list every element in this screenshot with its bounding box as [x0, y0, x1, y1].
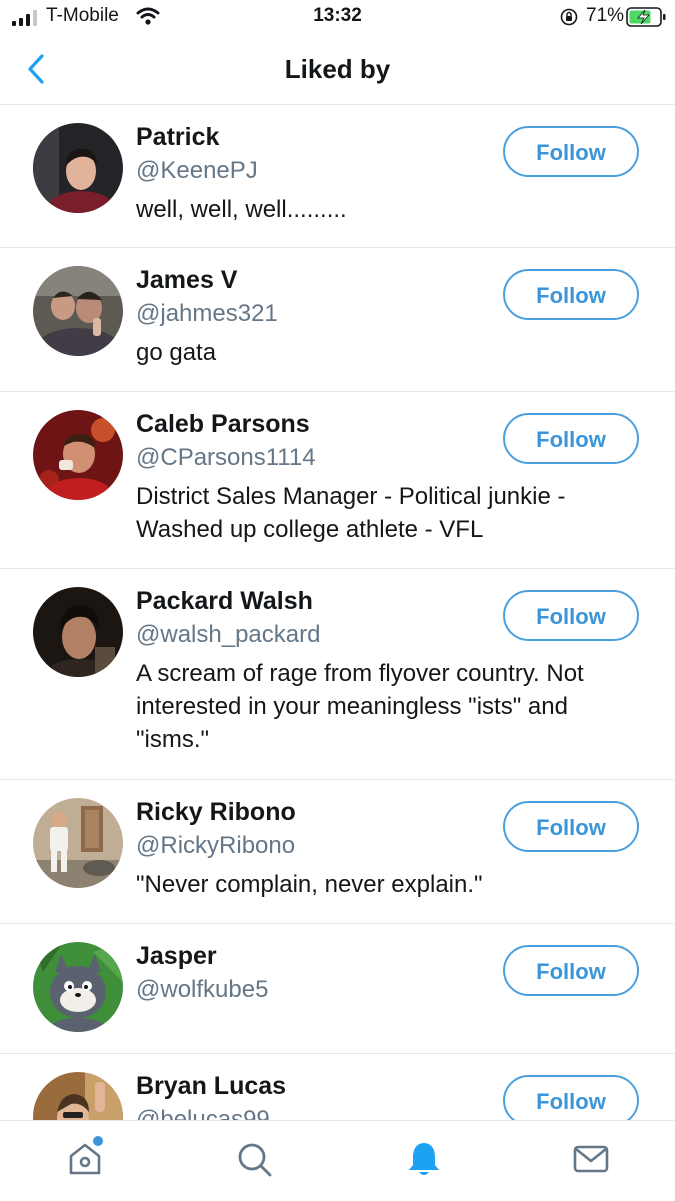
user-row[interactable]: Bryan Lucas @belucas99 Follow	[0, 1054, 675, 1120]
avatar[interactable]	[33, 587, 123, 677]
tab-bar	[0, 1120, 675, 1201]
avatar[interactable]	[33, 1072, 123, 1120]
follow-button[interactable]: Follow	[503, 126, 639, 177]
user-name[interactable]: Patrick	[136, 123, 219, 152]
user-name[interactable]: Ricky Ribono	[136, 798, 296, 827]
user-handle[interactable]: @KeenePJ	[136, 157, 258, 185]
tab-messages[interactable]	[571, 1139, 611, 1179]
user-handle[interactable]: @jahmes321	[136, 300, 278, 328]
status-bar: T-Mobile 13:32 71%	[0, 0, 675, 36]
user-name[interactable]: Caleb Parsons	[136, 410, 310, 439]
avatar[interactable]	[33, 410, 123, 500]
follow-button[interactable]: Follow	[503, 801, 639, 852]
user-row[interactable]: Caleb Parsons @CParsons1114 District Sal…	[0, 392, 675, 569]
user-name[interactable]: Packard Walsh	[136, 587, 313, 616]
search-icon	[238, 1143, 272, 1177]
user-bio: go gata	[136, 339, 217, 366]
header: Liked by	[0, 36, 675, 105]
user-handle[interactable]: @CParsons1114	[136, 444, 316, 472]
avatar[interactable]	[33, 266, 123, 356]
bell-icon	[409, 1143, 439, 1175]
tab-search[interactable]	[234, 1139, 274, 1179]
tab-notifications[interactable]	[404, 1139, 444, 1179]
user-name[interactable]: Bryan Lucas	[136, 1072, 286, 1101]
avatar[interactable]	[33, 123, 123, 213]
battery-percent: 71%	[586, 5, 625, 26]
notification-dot	[93, 1136, 103, 1146]
user-row[interactable]: Ricky Ribono @RickyRibono "Never complai…	[0, 780, 675, 924]
user-bio: A scream of rage from flyover country. N…	[136, 660, 584, 753]
user-name[interactable]: Jasper	[136, 942, 217, 971]
user-handle[interactable]: @belucas99	[136, 1106, 270, 1120]
user-row[interactable]: Patrick @KeenePJ well, well, well.......…	[0, 105, 675, 248]
user-handle[interactable]: @wolfkube5	[136, 976, 268, 1004]
user-row[interactable]: James V @jahmes321 go gata Follow	[0, 248, 675, 392]
avatar[interactable]	[33, 798, 123, 888]
follow-button[interactable]: Follow	[503, 1075, 639, 1120]
battery-charging-icon	[626, 7, 666, 27]
user-row[interactable]: Jasper @wolfkube5 Follow	[0, 924, 675, 1054]
orientation-lock-icon	[560, 8, 578, 26]
liked-by-list[interactable]: Patrick @KeenePJ well, well, well.......…	[0, 105, 675, 1120]
user-name[interactable]: James V	[136, 266, 237, 295]
follow-button[interactable]: Follow	[503, 413, 639, 464]
user-row[interactable]: Packard Walsh @walsh_packard A scream of…	[0, 569, 675, 780]
user-handle[interactable]: @RickyRibono	[136, 832, 295, 860]
user-bio: District Sales Manager - Political junki…	[136, 483, 566, 543]
page-title: Liked by	[284, 54, 391, 84]
follow-button[interactable]: Follow	[503, 590, 639, 641]
user-bio: "Never complain, never explain."	[136, 871, 483, 898]
user-handle[interactable]: @walsh_packard	[136, 621, 320, 649]
mail-icon	[573, 1145, 609, 1173]
user-bio: well, well, well.........	[136, 196, 347, 223]
follow-button[interactable]: Follow	[503, 269, 639, 320]
follow-button[interactable]: Follow	[503, 945, 639, 996]
avatar[interactable]	[33, 942, 123, 1032]
